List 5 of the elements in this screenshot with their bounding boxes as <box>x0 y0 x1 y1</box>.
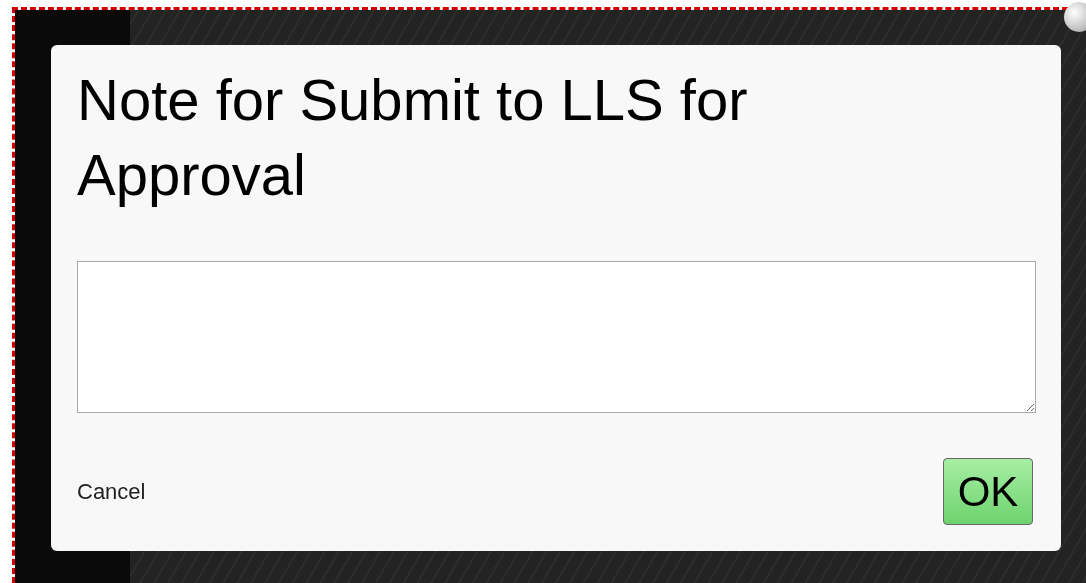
cancel-link[interactable]: Cancel <box>77 475 146 508</box>
ok-button[interactable]: OK <box>943 458 1033 525</box>
note-field[interactable] <box>77 261 1036 413</box>
close-icon[interactable] <box>1064 2 1086 32</box>
dialog-title: Note for Submit to LLS for Approval <box>77 66 749 209</box>
